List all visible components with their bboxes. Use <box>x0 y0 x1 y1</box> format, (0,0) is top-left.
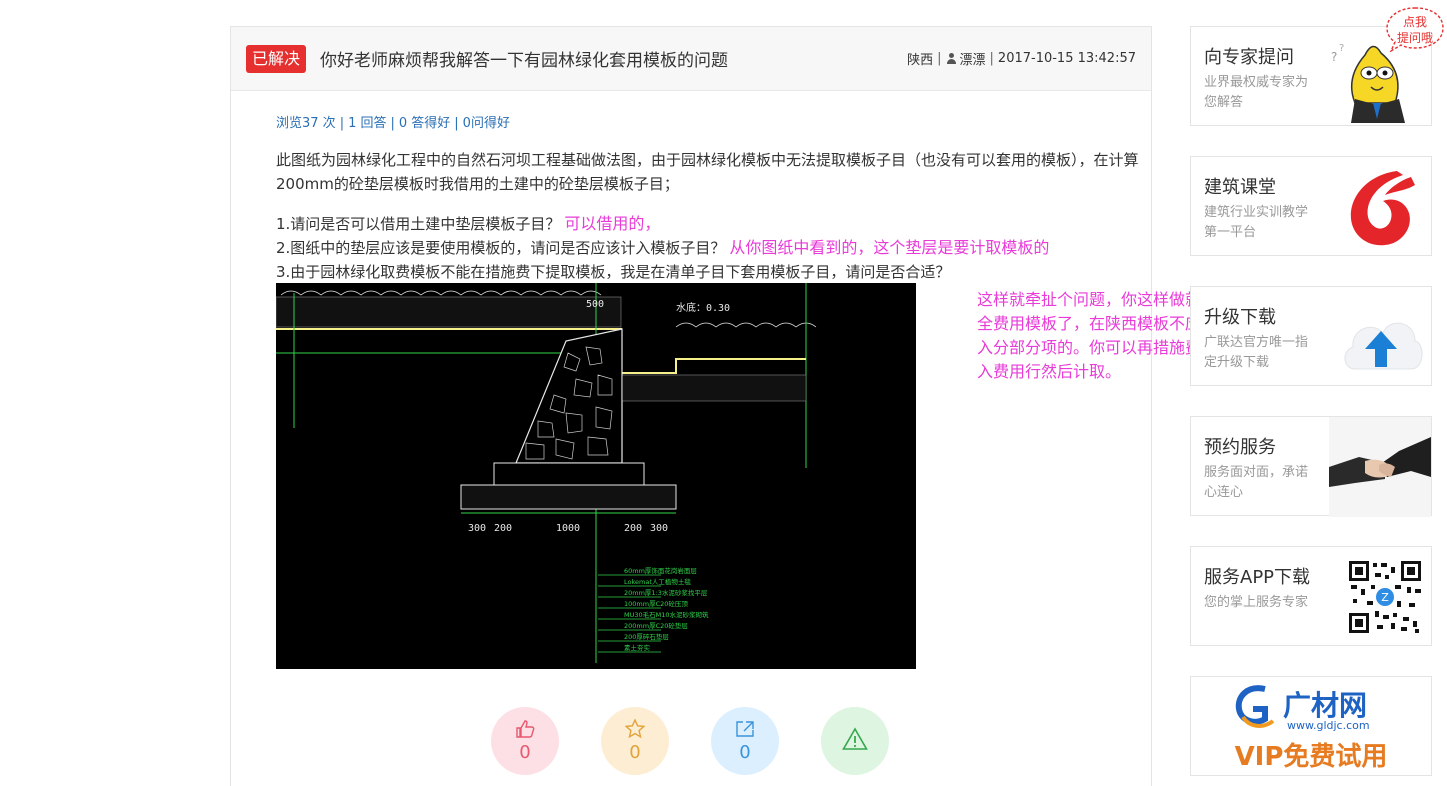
sidebar-desc: 服务面对面，承诺心连心 <box>1204 465 1309 500</box>
water-level-text: 水底：0.30 <box>676 301 730 314</box>
inline-answer: 从你图纸中看到的，这个垫层是要计取模板的 <box>729 238 1050 257</box>
question-card: 已解决 你好老师麻烦帮我解答一下有园林绿化套用模板的问题 陕西 | 漂漂 | 2… <box>230 26 1233 786</box>
share-icon <box>736 720 754 737</box>
sub-question-text: 2.图纸中的垫层应该是要使用模板的，请问是否应该计入模板子目？ <box>276 239 726 257</box>
legend-label: 60mm厚饰面花岗岩面层 <box>624 566 697 575</box>
dim-text: 1000 <box>556 523 580 534</box>
share-count: 0 <box>739 741 751 763</box>
sub-question-list: 1.请问是否可以借用土建中垫层模板子目？ 可以借用的， 2.图纸中的垫层应该是要使… <box>276 212 1156 284</box>
share-button[interactable]: 0 <box>711 707 779 775</box>
sidebar-desc: 您的掌上服务专家 <box>1204 595 1309 610</box>
legend-label: MU30毛石M10水泥砂浆砌筑 <box>624 610 709 619</box>
stats-separator: | <box>339 116 345 131</box>
stats-separator: | <box>454 116 459 131</box>
like-count: 0 <box>519 741 531 763</box>
ask-bubble[interactable]: 点我 提问哦 <box>1385 6 1445 52</box>
question-meta: 陕西 | 漂漂 | 2017-10-15 13:42:57 <box>907 49 1136 68</box>
legend-label: 200厚碎石垫层 <box>624 632 669 641</box>
stats-separator: | <box>390 116 395 131</box>
step-top-line <box>622 358 806 374</box>
dim-text: 200 <box>494 523 512 534</box>
sidebar-upgrade-download[interactable]: 升级下载 广联达官方唯一指定升级下载 <box>1190 286 1432 386</box>
soil-layer <box>276 296 622 328</box>
question-title[interactable]: 你好老师麻烦帮我解答一下有园林绿化套用模板的问题 <box>320 46 907 71</box>
concrete-footing <box>493 462 645 486</box>
handshake-icon <box>1329 417 1431 517</box>
sidebar-title: 升级下载 <box>1204 307 1276 328</box>
bubble-line: 提问哦 <box>1396 31 1433 45</box>
question-datetime: 2017-10-15 13:42:57 <box>997 51 1136 66</box>
page: 已解决 你好老师麻烦帮我解答一下有园林绿化套用模板的问题 陕西 | 漂漂 | 2… <box>0 0 1447 786</box>
sidebar-title: 预约服务 <box>1204 437 1276 458</box>
report-button[interactable] <box>821 707 889 775</box>
sub-question-text: 1.请问是否可以借用土建中垫层模板子目？ <box>276 215 561 233</box>
sidebar-desc: 业界最权威专家为您解答 <box>1204 75 1309 110</box>
thumbs-up-icon <box>516 719 535 738</box>
bubble-line: 点我 <box>1402 15 1427 29</box>
dim-text: 200 <box>624 523 642 534</box>
legend-label: 100mm厚C20砼压顶 <box>624 599 688 608</box>
vip-trial-banner[interactable]: 广材网 www.gldjc.com VIP免费试用 <box>1190 676 1432 776</box>
favorite-button[interactable]: 0 <box>601 707 669 775</box>
solved-badge: 已解决 <box>246 44 307 73</box>
star-icon <box>625 719 645 738</box>
vip-slogan: VIP免费试用 <box>1235 741 1388 772</box>
svg-text:Z: Z <box>1381 591 1389 604</box>
rubble-wall <box>515 328 623 464</box>
sub-question: 2.图纸中的垫层应该是要使用模板的，请问是否应该计入模板子目？ 从你图纸中看到的，… <box>276 236 1156 260</box>
sub-question: 1.请问是否可以借用土建中垫层模板子目？ 可以借用的， <box>276 212 1156 236</box>
meta-separator: | <box>937 51 942 66</box>
user-name[interactable]: 漂漂 <box>960 49 986 68</box>
cloud-upload-icon <box>1344 322 1423 370</box>
views-count: 浏览37 次 <box>276 116 336 131</box>
sidebar-desc: 建筑行业实训教学第一平台 <box>1204 205 1309 240</box>
question-actions: 0 0 0 <box>491 707 931 775</box>
like-button[interactable]: 0 <box>491 707 559 775</box>
dim-text: 300 <box>468 523 486 534</box>
legend-labels: 60mm厚饰面花岗岩面层 Lokemat人工植物土毯 20mm厚1:3水泥砂浆找… <box>624 566 709 652</box>
warning-icon <box>842 727 868 750</box>
meta-separator: | <box>989 51 994 66</box>
good-question-count: 0问得好 <box>462 116 510 131</box>
step-fill <box>621 374 807 402</box>
vip-brand: 广材网 <box>1283 689 1367 722</box>
sub-question-text: 3.由于园林绿化取费模板不能在措施费下提取模板，我是在清单子目下套用模板子目，请… <box>276 263 951 281</box>
sidebar-title: 建筑课堂 <box>1204 177 1276 198</box>
legend-label: Lokemat人工植物土毯 <box>624 577 691 586</box>
region-link[interactable]: 陕西 <box>907 49 933 68</box>
glodon-logo-icon <box>1350 171 1415 246</box>
qr-code-icon: Z <box>1347 559 1423 635</box>
favorite-count: 0 <box>629 742 641 763</box>
sidebar-title: 向专家提问 <box>1204 47 1294 68</box>
answers-link[interactable]: 1 回答 <box>348 116 386 131</box>
sidebar-app-download[interactable]: 服务APP下载 您的掌上服务专家 Z <box>1190 546 1432 646</box>
gravel-bed <box>460 484 677 510</box>
gldjc-logo-icon: 广材网 www.gldjc.com VIP免费试用 <box>1235 685 1388 772</box>
legend-label: 200mm厚C20砼垫层 <box>624 621 688 630</box>
good-answers-count: 0 答得好 <box>398 116 451 131</box>
svg-text:?: ? <box>1339 43 1344 54</box>
cad-drawing: 500 水底：0.30 300 200 1000 200 300 60mm厚饰面… <box>276 283 817 663</box>
cad-drawing-image[interactable]: 500 水底：0.30 300 200 1000 200 300 60mm厚饰面… <box>276 283 916 669</box>
sidebar-title: 服务APP下载 <box>1204 567 1311 588</box>
inline-answer: 可以借用的， <box>564 214 661 233</box>
question-header: 已解决 你好老师麻烦帮我解答一下有园林绿化套用模板的问题 陕西 | 漂漂 | 2… <box>231 27 1151 91</box>
question-description: 此图纸为园林绿化工程中的自然石河坝工程基础做法图，由于园林绿化模板中无法提取模板… <box>276 151 1139 193</box>
vip-url: www.gldjc.com <box>1287 719 1370 732</box>
dim-text: 300 <box>650 523 668 534</box>
sidebar-building-class[interactable]: 建筑课堂 建筑行业实训教学第一平台 <box>1190 156 1432 256</box>
sidebar-appointment[interactable]: 预约服务 服务面对面，承诺心连心 <box>1190 416 1432 517</box>
legend-label: 20mm厚1:3水泥砂浆找平层 <box>624 588 708 597</box>
dim-text: 500 <box>586 299 604 310</box>
svg-text:?: ? <box>1331 50 1337 64</box>
user-icon <box>946 53 957 64</box>
question-stats: 浏览37 次 | 1 回答 | 0 答得好 | 0问得好 <box>276 112 510 131</box>
sidebar-desc: 广联达官方唯一指定升级下载 <box>1204 335 1309 370</box>
sub-question: 3.由于园林绿化取费模板不能在措施费下提取模板，我是在清单子目下套用模板子目，请… <box>276 260 1156 284</box>
legend-label: 素土夯实 <box>624 643 651 652</box>
